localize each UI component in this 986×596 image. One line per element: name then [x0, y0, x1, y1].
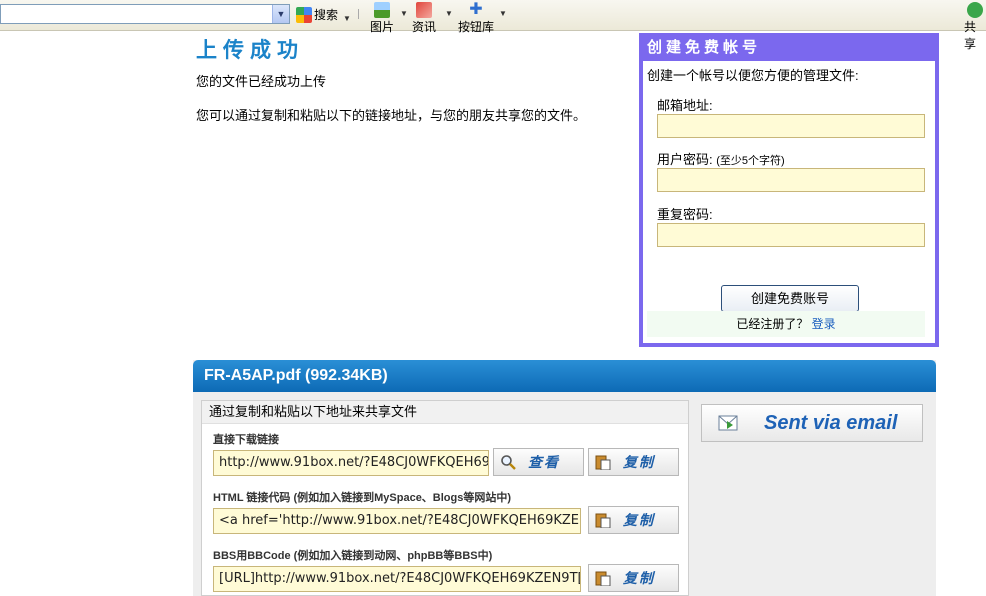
create-account-box: 创建免费帐号 创建一个帐号以便您方便的管理文件: 邮箱地址: 用户密码: (至少…: [639, 33, 939, 347]
direct-link-field[interactable]: http://www.91box.net/?E48CJ0WFKQEH69KZEN…: [213, 450, 489, 476]
create-account-title: 创建免费帐号: [647, 39, 762, 56]
toolbar-search-button[interactable]: 搜索 ▼: [296, 6, 351, 23]
caret-down-icon: ▼: [445, 9, 453, 18]
toolbar-share-button[interactable]: 共享: [964, 2, 986, 52]
view-button[interactable]: 查看: [493, 448, 584, 476]
magnifier-icon: [501, 455, 516, 470]
repeat-password-label: 重复密码:: [657, 207, 713, 222]
toolbar-search-label: 搜索: [314, 8, 339, 22]
bbcode-field[interactable]: [URL]http://www.91box.net/?E48CJ0WFKQEH6…: [213, 566, 581, 592]
email-field[interactable]: [657, 114, 925, 138]
create-account-description: 创建一个帐号以便您方便的管理文件:: [647, 68, 859, 83]
image-icon: [374, 2, 390, 18]
create-account-form: 创建一个帐号以便您方便的管理文件: 邮箱地址: 用户密码: (至少5个字符) 重…: [643, 61, 935, 343]
share-icon: [967, 2, 983, 18]
share-instruction-text: 您可以通过复制和粘贴以下的链接地址，与您的朋友共享您的文件。: [196, 108, 587, 123]
registered-text: 已经注册了？: [736, 317, 809, 331]
toolbar-buttons-library[interactable]: ✚ 按钮库: [458, 2, 494, 35]
password-field[interactable]: [657, 168, 925, 192]
send-via-email-button[interactable]: Sent via email: [701, 404, 923, 442]
upload-success-text: 您的文件已经成功上传: [196, 74, 327, 89]
browser-toolbar: ▼ 搜索 ▼ 图片 ▼ 资讯 ▼ ✚ 按钮库 ▼ 共享: [0, 0, 986, 51]
caret-down-icon: ▼: [343, 14, 351, 23]
copy-html-button[interactable]: 复制: [588, 506, 679, 534]
copy-button-label: 复制: [623, 570, 655, 586]
password-label: 用户密码: (至少5个字符): [657, 149, 785, 168]
login-prompt: 已经注册了？ 登录: [647, 311, 925, 337]
share-links-box: 通过复制和粘贴以下地址来共享文件 直接下载链接 http://www.91box…: [201, 400, 689, 596]
html-code-field[interactable]: <a href='http://www.91box.net/?E48CJ0WFK…: [213, 508, 581, 534]
file-panel: FR-A5AP.pdf (992.34KB) 通过复制和粘贴以下地址来共享文件 …: [193, 360, 936, 596]
copy-direct-button[interactable]: 复制: [588, 448, 679, 476]
news-icon: [416, 2, 432, 18]
toolbar-share-label: 共享: [964, 20, 977, 51]
caret-down-icon: ▼: [499, 9, 507, 18]
toolbar-search-input[interactable]: ▼: [0, 4, 290, 24]
password-label-text: 用户密码:: [657, 152, 713, 167]
copy-button-label: 复制: [623, 454, 655, 470]
toolbar-images-label: 图片: [370, 20, 395, 34]
clipboard-icon: [595, 455, 611, 470]
page-title: 上传成功: [196, 38, 304, 62]
send-via-email-label: Sent via email: [764, 411, 898, 434]
password-hint: (至少5个字符): [716, 155, 785, 167]
clipboard-icon: [595, 571, 611, 586]
toolbar-news-button[interactable]: 资讯: [412, 2, 436, 35]
email-icon: [718, 415, 738, 431]
repeat-password-field[interactable]: [657, 223, 925, 247]
toolbar-separator: [358, 9, 361, 19]
email-label: 邮箱地址:: [657, 98, 713, 113]
view-button-label: 查看: [528, 454, 560, 470]
clipboard-icon: [595, 513, 611, 528]
toolbar-buttons-label: 按钮库: [458, 20, 495, 34]
login-link[interactable]: 登录: [812, 317, 836, 331]
copy-bbcode-button[interactable]: 复制: [588, 564, 679, 592]
toolbar-news-label: 资讯: [412, 20, 437, 34]
caret-down-icon: ▼: [400, 9, 408, 18]
file-name-header: FR-A5AP.pdf (992.34KB): [193, 360, 936, 392]
share-heading: 通过复制和粘贴以下地址来共享文件: [202, 401, 688, 424]
google-icon: [296, 7, 312, 23]
copy-button-label: 复制: [623, 512, 655, 528]
toolbar-images-button[interactable]: 图片: [370, 2, 394, 35]
dropdown-arrow-icon[interactable]: ▼: [272, 5, 289, 23]
bbcode-label: BBS用BBCode (例如加入链接到动网、phpBB等BBS中): [213, 550, 493, 562]
plus-icon: ✚: [469, 1, 483, 18]
direct-link-label: 直接下载链接: [213, 434, 279, 446]
html-code-label: HTML 链接代码 (例如加入链接到MySpace、Blogs等网站中): [213, 492, 512, 504]
create-account-button[interactable]: 创建免费账号: [721, 285, 859, 312]
